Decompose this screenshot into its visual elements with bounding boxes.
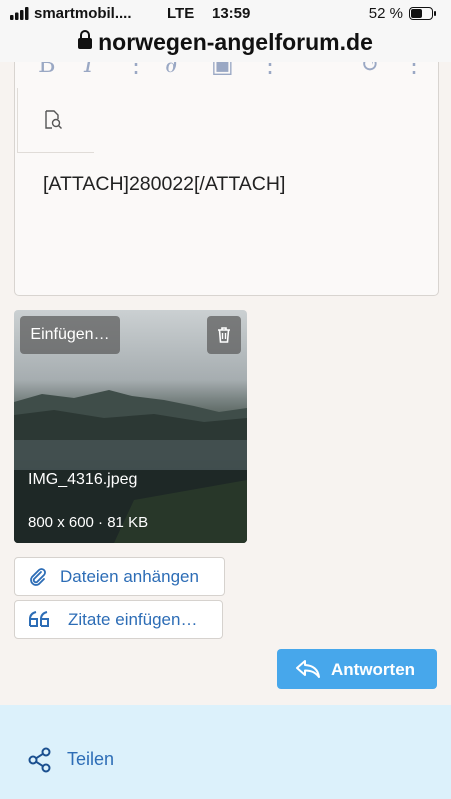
- editor-toolbar: B I ⋮ ∂ ▣ ⋮ ↺ ⋮: [15, 62, 438, 88]
- attachment-filename: IMG_4316.jpeg: [28, 471, 138, 488]
- url-text: norwegen-angelforum.de: [98, 29, 373, 55]
- editor-content[interactable]: [ATTACH]280022[/ATTACH]: [43, 173, 285, 196]
- image-icon[interactable]: ▣: [211, 62, 234, 78]
- more-icon[interactable]: ⋮: [402, 62, 426, 78]
- carrier-name: smartmobil....: [34, 5, 132, 22]
- trash-icon: [218, 327, 230, 343]
- more-icon[interactable]: ⋮: [258, 62, 282, 78]
- preview-icon[interactable]: [42, 109, 64, 131]
- share-icon: [28, 747, 51, 773]
- insert-quotes-button[interactable]: Zitate einfügen…: [14, 600, 223, 639]
- address-bar[interactable]: norwegen-angelforum.de: [0, 29, 451, 56]
- attachment-meta: 800 x 600 · 81 KB: [28, 514, 149, 531]
- share-label: Teilen: [67, 749, 115, 769]
- insert-quotes-label: Zitate einfügen…: [68, 610, 198, 629]
- more-icon[interactable]: ⋮: [124, 62, 148, 78]
- delete-attachment-button[interactable]: [207, 316, 241, 354]
- message-editor[interactable]: B I ⋮ ∂ ▣ ⋮ ↺ ⋮ [ATTACH]280022[/ATTACH]: [14, 62, 439, 296]
- battery-percent: 52 %: [368, 5, 403, 22]
- battery-icon: [409, 7, 436, 20]
- undo-icon[interactable]: ↺: [361, 62, 381, 78]
- bold-icon[interactable]: B: [38, 62, 56, 78]
- clock: 13:59: [212, 5, 251, 22]
- link-icon[interactable]: ∂: [165, 62, 177, 78]
- ios-status-bar: smartmobil.... LTE 13:59 52 % norwegen-a…: [0, 0, 451, 62]
- reply-icon: [296, 660, 320, 678]
- reply-button[interactable]: Antworten: [277, 649, 437, 689]
- attach-files-label: Dateien anhängen: [60, 567, 199, 586]
- insert-attachment-button[interactable]: Einfügen…: [20, 316, 120, 354]
- attachment-thumbnail: Einfügen… IMG_4316.jpeg 800 x 600 · 81 K…: [14, 310, 247, 543]
- lock-icon: [78, 30, 93, 49]
- editor-toolbar-row-2: [17, 88, 94, 153]
- quote-icon: [29, 611, 49, 627]
- share-bar[interactable]: Teilen: [0, 705, 451, 799]
- signal-strength-icon: [10, 7, 29, 20]
- paperclip-icon: [30, 568, 46, 586]
- italic-icon[interactable]: I: [84, 62, 93, 78]
- reply-label: Antworten: [331, 660, 416, 679]
- attach-files-button[interactable]: Dateien anhängen: [14, 557, 225, 596]
- network-type: LTE: [167, 5, 195, 22]
- status-row: smartmobil.... LTE 13:59 52 %: [10, 4, 439, 24]
